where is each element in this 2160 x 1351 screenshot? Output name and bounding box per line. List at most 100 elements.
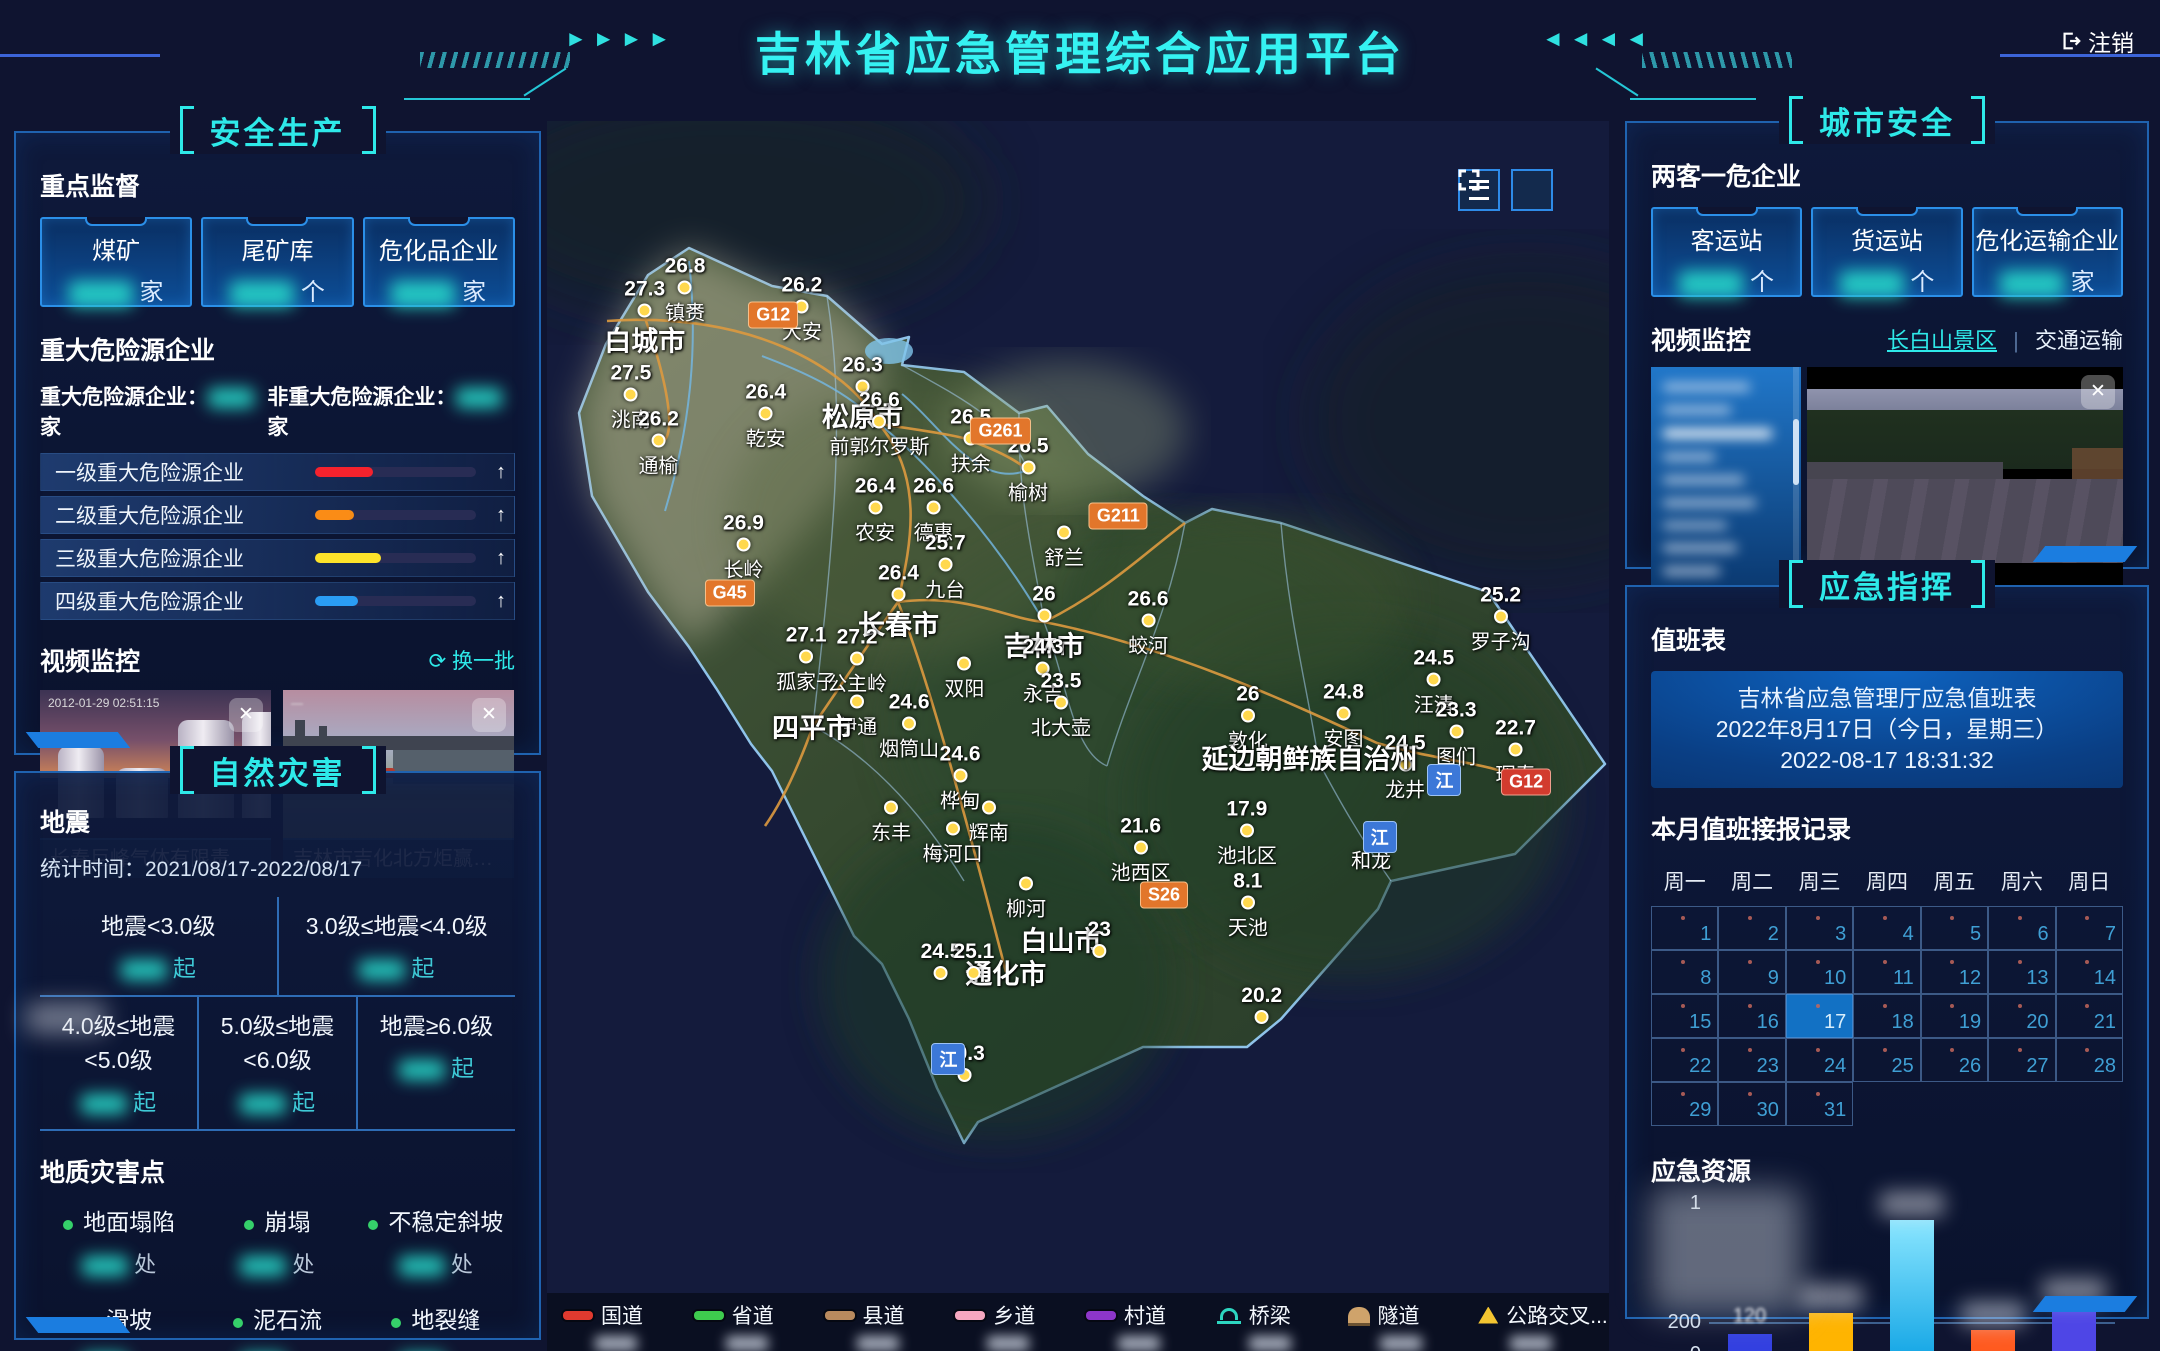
legend-item[interactable]: 隧道 xyxy=(1348,1300,1479,1351)
calendar-day[interactable]: 3 xyxy=(1786,906,1853,950)
calendar-day[interactable]: 20 xyxy=(1988,994,2055,1038)
calendar-day[interactable]: 17 xyxy=(1786,994,1853,1038)
hatch-decoration xyxy=(1642,52,1792,68)
calendar-day[interactable]: 24 xyxy=(1786,1038,1853,1082)
weekday-label: 周六 xyxy=(1988,860,2055,902)
camera-list-item[interactable] xyxy=(1663,476,1744,484)
calendar-day[interactable]: 4 xyxy=(1853,906,1920,950)
up-arrow-icon: ↑ xyxy=(488,590,514,613)
camera-list-item[interactable] xyxy=(1663,383,1750,391)
calendar-day[interactable]: 18 xyxy=(1853,994,1920,1038)
quake-count: 起 xyxy=(40,1083,197,1117)
camera-list-item[interactable] xyxy=(1663,567,1720,575)
legend-label: 村道 xyxy=(1124,1300,1166,1330)
legend-item[interactable]: 公路交叉... xyxy=(1478,1300,1609,1351)
blurred-count xyxy=(726,1336,768,1351)
hazard-level-track xyxy=(315,553,476,563)
logout-button[interactable]: 注销 xyxy=(2060,24,2134,58)
calendar-day[interactable]: 9 xyxy=(1718,950,1785,994)
non-major-hazard-count: 非重大危险源企业：家 xyxy=(267,381,515,441)
duty-datetime: 2022-08-17 18:31:32 xyxy=(1661,745,2113,776)
hazard-level-label: 一级重大危险源企业 xyxy=(41,457,303,487)
video-frame-forest-yard xyxy=(1807,389,2123,563)
road-badge: 江 xyxy=(1363,821,1397,853)
stat-card-label: 货运站 xyxy=(1813,221,1960,256)
panel-title: 应急指挥 xyxy=(1779,560,1995,608)
camera-list-item[interactable] xyxy=(1663,544,1737,552)
up-arrow-icon: ↑ xyxy=(488,504,514,527)
stat-card: 尾矿库 个 xyxy=(201,217,353,307)
road-badge: G211 xyxy=(1089,502,1148,529)
close-icon[interactable]: ✕ xyxy=(472,698,506,732)
resource-bar-slot xyxy=(2034,1202,2115,1351)
calendar-day[interactable]: 15 xyxy=(1651,994,1718,1038)
calendar-day[interactable]: 21 xyxy=(2056,994,2123,1038)
calendar-day[interactable]: 5 xyxy=(1921,906,1988,950)
calendar-day[interactable]: 23 xyxy=(1718,1038,1785,1082)
calendar-day[interactable]: 7 xyxy=(2056,906,2123,950)
bracket-right xyxy=(362,746,376,794)
resource-bar xyxy=(1890,1220,1934,1351)
calendar-day[interactable]: 11 xyxy=(1853,950,1920,994)
blurred-count xyxy=(1380,1336,1422,1351)
calendar-day[interactable]: 27 xyxy=(1988,1038,2055,1082)
calendar-day[interactable]: 13 xyxy=(1988,950,2055,994)
calendar-day[interactable]: 29 xyxy=(1651,1082,1718,1126)
calendar-day[interactable]: 6 xyxy=(1988,906,2055,950)
stat-card-label: 煤矿 xyxy=(42,231,190,266)
geo-item-count: 处 xyxy=(198,1345,356,1351)
camera-list-item[interactable] xyxy=(1663,429,1772,439)
stat-card-value: 家 xyxy=(365,272,513,307)
legend-item[interactable]: 桥梁 xyxy=(1217,1300,1348,1351)
calendar-day[interactable]: 19 xyxy=(1921,994,1988,1038)
major-hazard-count: 重大危险源企业：家 xyxy=(40,381,267,441)
calendar-day[interactable]: 31 xyxy=(1786,1082,1853,1126)
legend-item[interactable]: 乡道 xyxy=(955,1300,1086,1351)
camera-list-item[interactable] xyxy=(1663,406,1731,414)
corner-accent xyxy=(2033,1296,2138,1312)
province-map[interactable]: 26.8镇赉27.3白城市27.5洮南26.2大安26.2通榆26.4乾安26.… xyxy=(547,121,1609,1351)
calendar-day[interactable]: 28 xyxy=(2056,1038,2123,1082)
calendar-day[interactable]: 12 xyxy=(1921,950,1988,994)
camera-list-item[interactable] xyxy=(1663,499,1756,507)
camera-list[interactable] xyxy=(1651,367,1801,585)
calendar-day[interactable]: 16 xyxy=(1718,994,1785,1038)
calendar-day[interactable]: 10 xyxy=(1786,950,1853,994)
tab-changbaishan[interactable]: 长白山景区 xyxy=(1887,328,1997,353)
calendar-day[interactable]: 1 xyxy=(1651,906,1718,950)
calendar-day[interactable]: 22 xyxy=(1651,1038,1718,1082)
tab-transport[interactable]: 交通运输 xyxy=(2035,328,2123,353)
fullscreen-button[interactable] xyxy=(1511,169,1553,211)
scrollbar-thumb[interactable] xyxy=(1793,419,1799,484)
calendar-day[interactable]: 8 xyxy=(1651,950,1718,994)
road-badge: G12 xyxy=(1501,768,1551,795)
calendar-day[interactable]: 25 xyxy=(1853,1038,1920,1082)
calendar-day[interactable]: 30 xyxy=(1718,1082,1785,1126)
close-icon[interactable]: ✕ xyxy=(2081,375,2115,409)
calendar-day[interactable]: 26 xyxy=(1921,1038,1988,1082)
legend-item[interactable]: 村道 xyxy=(1086,1300,1217,1351)
scrollbar[interactable] xyxy=(1793,367,1799,585)
camera-list-item[interactable] xyxy=(1663,453,1715,461)
bridge-icon xyxy=(1217,1307,1241,1324)
legend-item[interactable]: 国道 xyxy=(563,1300,694,1351)
geo-item-count: 处 xyxy=(357,1247,515,1279)
hazard-level-row: 一级重大危险源企业↑ xyxy=(40,453,515,491)
refresh-batch-button[interactable]: ⟳ 换一批 xyxy=(429,645,515,675)
legend-item[interactable]: 省道 xyxy=(694,1300,825,1351)
chart-plot: 1 200 0 120 xyxy=(1709,1202,2115,1351)
weekday-label: 周三 xyxy=(1786,860,1853,902)
hazard-level-label: 二级重大危险源企业 xyxy=(41,500,303,530)
stat-card-value: 个 xyxy=(1813,262,1960,297)
calendar-day[interactable]: 14 xyxy=(2056,950,2123,994)
legend-item[interactable]: 县道 xyxy=(825,1300,956,1351)
close-icon[interactable]: ✕ xyxy=(229,698,263,732)
blurred-value xyxy=(1880,1192,1944,1216)
camera-list-item[interactable] xyxy=(1663,522,1727,530)
bracket-left xyxy=(180,106,194,154)
calendar-day[interactable]: 2 xyxy=(1718,906,1785,950)
map-controls xyxy=(1458,169,1553,211)
road-badge: 江 xyxy=(1427,764,1461,796)
geo-item: 泥石流 处 xyxy=(198,1301,356,1351)
bar-value: 120 xyxy=(1733,1305,1766,1328)
